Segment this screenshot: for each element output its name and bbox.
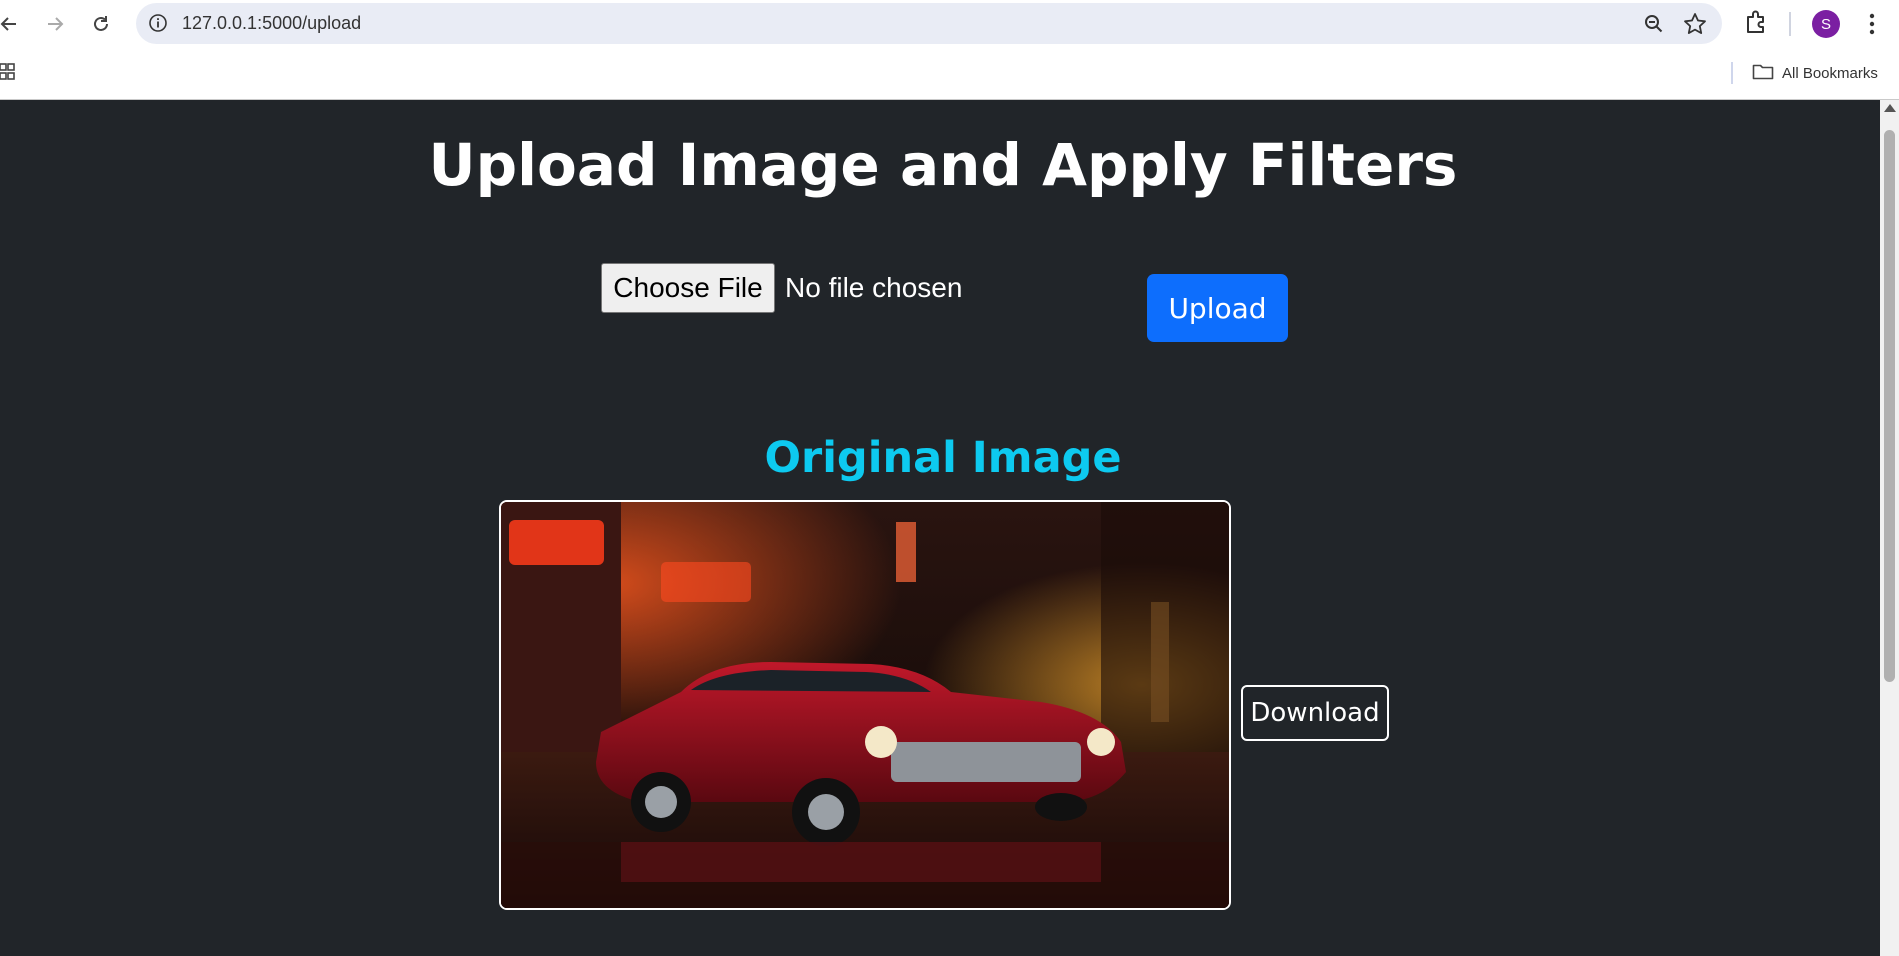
scroll-up-icon[interactable] — [1884, 104, 1896, 112]
forward-icon[interactable] — [40, 9, 70, 39]
file-status-text: No file chosen — [785, 272, 963, 303]
extensions-icon[interactable] — [1742, 8, 1772, 38]
browser-chrome: 127.0.0.1:5000/upload S All Bookmarks — [0, 0, 1899, 100]
back-icon[interactable] — [0, 9, 24, 39]
menu-icon[interactable] — [1862, 10, 1882, 38]
site-info-icon[interactable] — [148, 13, 168, 33]
choose-file-button[interactable]: Choose File — [601, 263, 775, 313]
reload-icon[interactable] — [86, 9, 116, 39]
toolbar-divider — [1789, 12, 1791, 36]
address-bar[interactable]: 127.0.0.1:5000/upload — [136, 3, 1722, 44]
bookmark-star-icon[interactable] — [1682, 11, 1708, 37]
bookmarks-bar: All Bookmarks — [0, 47, 1899, 100]
page-title: Upload Image and Apply Filters — [428, 131, 1458, 199]
download-button[interactable]: Download — [1241, 685, 1389, 741]
url-text[interactable]: 127.0.0.1:5000/upload — [182, 13, 361, 34]
all-bookmarks-label: All Bookmarks — [1782, 64, 1878, 82]
scroll-thumb[interactable] — [1884, 130, 1895, 682]
apps-icon[interactable] — [0, 63, 16, 81]
car-photo — [501, 502, 1229, 908]
browser-toolbar: 127.0.0.1:5000/upload S — [0, 0, 1899, 47]
original-image — [499, 500, 1231, 910]
bookmarks-divider — [1731, 62, 1733, 84]
upload-button[interactable]: Upload — [1147, 274, 1288, 342]
all-bookmarks-button[interactable]: All Bookmarks — [1752, 61, 1878, 85]
zoom-icon[interactable] — [1642, 12, 1666, 36]
profile-avatar[interactable]: S — [1812, 10, 1840, 38]
original-image-heading: Original Image — [764, 433, 1122, 483]
folder-icon — [1752, 62, 1774, 84]
page-scrollbar[interactable] — [1880, 100, 1899, 956]
page-content: Upload Image and Apply Filters Choose Fi… — [0, 100, 1880, 956]
